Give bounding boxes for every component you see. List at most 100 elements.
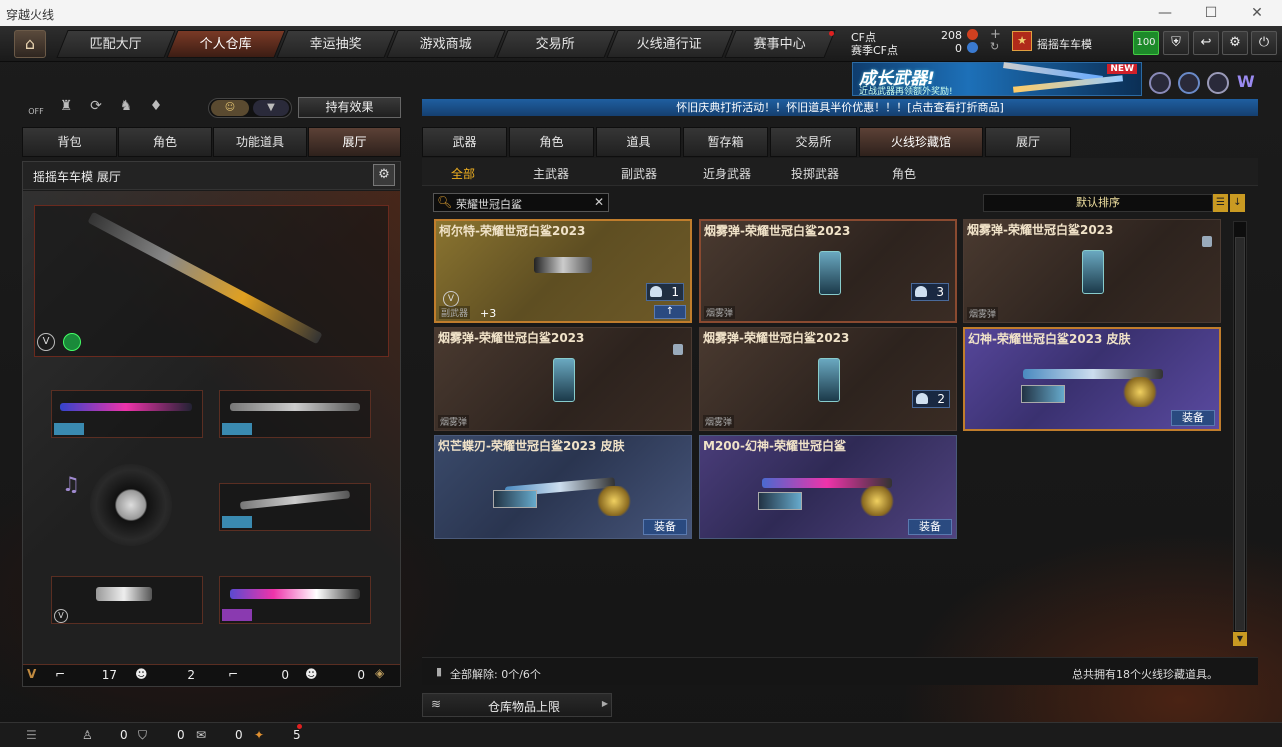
item-count: 1 [646,283,684,301]
cf-coin-icon [967,29,978,40]
bottle-icon[interactable]: ♙ [82,728,93,742]
crossed-swords-icon[interactable] [1207,72,1229,94]
trash-icon[interactable] [673,344,683,355]
item-card[interactable]: 烟雾弹-荣耀世冠白鲨2023 烟雾弹 [963,219,1221,323]
bag-icon[interactable]: ♦ [145,98,167,118]
power-icon[interactable]: ⏻ [1251,31,1277,55]
item-name: M200-幻神-荣耀世冠白鲨 [703,439,846,453]
right-tab-showroom[interactable]: 展厅 [985,127,1071,157]
scroll-thumb[interactable] [1235,237,1245,631]
item-card[interactable]: 幻神-荣耀世冠白鲨2023 皮肤 装备 [963,327,1221,431]
refresh-icon[interactable]: ↻ [990,40,999,53]
rotate-icon[interactable]: ⟳ [85,98,107,118]
left-tab-character[interactable]: 角色 [118,127,212,157]
nav-tab-match-lobby[interactable]: 匹配大厅 [56,30,176,58]
item-card[interactable]: 烟雾弹-荣耀世冠白鲨2023 烟雾弹 3 [699,219,957,323]
search-input[interactable]: 🔍︎ 荣耀世冠白鲨 ✕ [433,193,609,212]
item-type-tag: 烟雾弹 [967,307,999,320]
item-card[interactable]: M200-幻神-荣耀世冠白鲨 装备 [699,435,957,539]
right-tab-character[interactable]: 角色 [509,127,594,157]
nav-tab-warehouse[interactable]: 个人仓库 [166,30,286,58]
item-type-tag: 烟雾弹 [703,415,735,428]
showroom-slot-4[interactable] [219,483,371,531]
item-name: 烟雾弹-荣耀世冠白鲨2023 [967,223,1114,237]
shield-icon[interactable]: ⛨ [1163,31,1189,55]
showroom-slot-6[interactable] [219,576,371,624]
subtab-character[interactable]: 角色 [892,165,916,182]
nav-tab-shop[interactable]: 游戏商城 [386,30,506,58]
badge-icon[interactable]: ▼ [253,100,289,116]
scroll-down-button[interactable]: ▼ [1233,632,1247,646]
maximize-button[interactable]: ☐ [1188,0,1234,26]
return-icon[interactable]: ↩ [1193,31,1219,55]
showroom-header: 摇摇车车模 展厅 [23,162,400,190]
subtab-secondary[interactable]: 副武器 [621,165,657,182]
subtab-melee[interactable]: 近身武器 [703,165,751,182]
face-icon: ☻ [135,667,148,681]
right-tab-collection[interactable]: 火线珍藏馆 [859,127,983,157]
showroom-slot-1[interactable] [51,390,203,438]
showroom-title: 摇摇车车模 展厅 [33,170,121,184]
list-view-icon[interactable]: ☰ [1213,194,1228,212]
left-tab-function-items[interactable]: 功能道具 [213,127,307,157]
showroom-slot-3[interactable]: ♫ [51,464,203,546]
globe-icon[interactable] [1178,72,1200,94]
gear-icon[interactable]: ⚙ [1222,31,1248,55]
showroom-slot-2[interactable] [219,390,371,438]
view-toggle[interactable]: ☺ ▼ [208,98,292,118]
nav-tab-exchange[interactable]: 交易所 [496,30,616,58]
scrollbar[interactable] [1233,221,1247,646]
left-tab-showroom[interactable]: 展厅 [308,127,401,157]
nav-tab-lucky-draw[interactable]: 幸运抽奖 [276,30,396,58]
subtab-primary[interactable]: 主武器 [533,165,569,182]
equip-button[interactable]: 装备 [643,519,687,535]
chat-icon[interactable]: ✉ [196,728,206,742]
item-card[interactable]: 炽芒蝶刃-荣耀世冠白鲨2023 皮肤 装备 [434,435,692,539]
showroom-settings-gear-icon[interactable]: ⚙ [373,164,395,186]
item-card[interactable]: 烟雾弹-荣耀世冠白鲨2023 烟雾弹 2 [699,327,957,431]
showroom-slot-5[interactable]: V [51,576,203,624]
right-tab-exchange[interactable]: 交易所 [770,127,857,157]
sort-direction-icon[interactable]: ↓ [1230,194,1245,212]
total-count: 总共拥有18个火线珍藏道具。 [1072,668,1218,681]
vip-v-icon[interactable] [1149,72,1171,94]
sort-dropdown[interactable]: 默认排序 [983,194,1213,212]
minimize-button[interactable]: — [1142,0,1188,26]
right-tab-storage[interactable]: 暂存箱 [683,127,768,157]
trash-icon[interactable] [1202,236,1212,247]
left-tab-backpack[interactable]: 背包 [22,127,117,157]
item-card[interactable]: 柯尔特-荣耀世冠白鲨2023 V 副武器 +3 1 ↑ [434,219,692,323]
shield-icon[interactable]: ⛉ [138,728,147,743]
subtab-all[interactable]: 全部 [451,165,475,182]
capacity-button[interactable]: ≋ 仓库物品上限 ▶ [422,693,612,717]
trophy-icon[interactable]: ♜ [55,98,77,118]
promo-notice-bar[interactable]: 怀旧庆典打折活动！！怀旧道具半价优惠！！！[点击查看打折商品] [422,99,1258,116]
home-icon[interactable]: ⌂ [14,30,46,58]
w-logo-icon[interactable]: W [1237,72,1259,94]
subtab-throwable[interactable]: 投掷武器 [791,165,839,182]
arrow-up-icon[interactable]: ↑ [654,305,686,319]
off-toggle-icon[interactable]: OFF [25,98,47,118]
clear-search-icon[interactable]: ✕ [594,195,604,209]
face-icon[interactable]: ☺ [211,100,249,116]
stat-value-3: 0 [281,668,289,682]
main-weapon-slot[interactable]: V [34,205,389,357]
hold-effect-button[interactable]: 持有效果 [298,97,401,118]
equip-button[interactable]: 装备 [908,519,952,535]
gift-icon[interactable]: ✦ [254,728,264,742]
item-card[interactable]: 烟雾弹-荣耀世冠白鲨2023 烟雾弹 [434,327,692,431]
diamond-icon: ◈ [375,666,385,680]
right-tab-items[interactable]: 道具 [596,127,681,157]
close-button[interactable]: ✕ [1234,0,1280,26]
nav-tab-events[interactable]: 赛事中心 [724,30,836,58]
item-type-tag: 副武器 [439,306,471,319]
promo-banner[interactable]: 成长武器! 近战武器再领额外奖励! NEW [852,62,1142,97]
right-tab-weapons[interactable]: 武器 [422,127,507,157]
character-icon[interactable]: ♞ [115,98,137,118]
item-name: 烟雾弹-荣耀世冠白鲨2023 [704,224,851,238]
menu-icon[interactable]: ☰ [26,728,37,742]
capacity-label: 仓库物品上限 [488,700,561,714]
nav-tab-battle-pass[interactable]: 火线通行证 [606,30,734,58]
equip-button[interactable]: 装备 [1171,410,1215,426]
smoke-grenade-image [819,251,841,295]
